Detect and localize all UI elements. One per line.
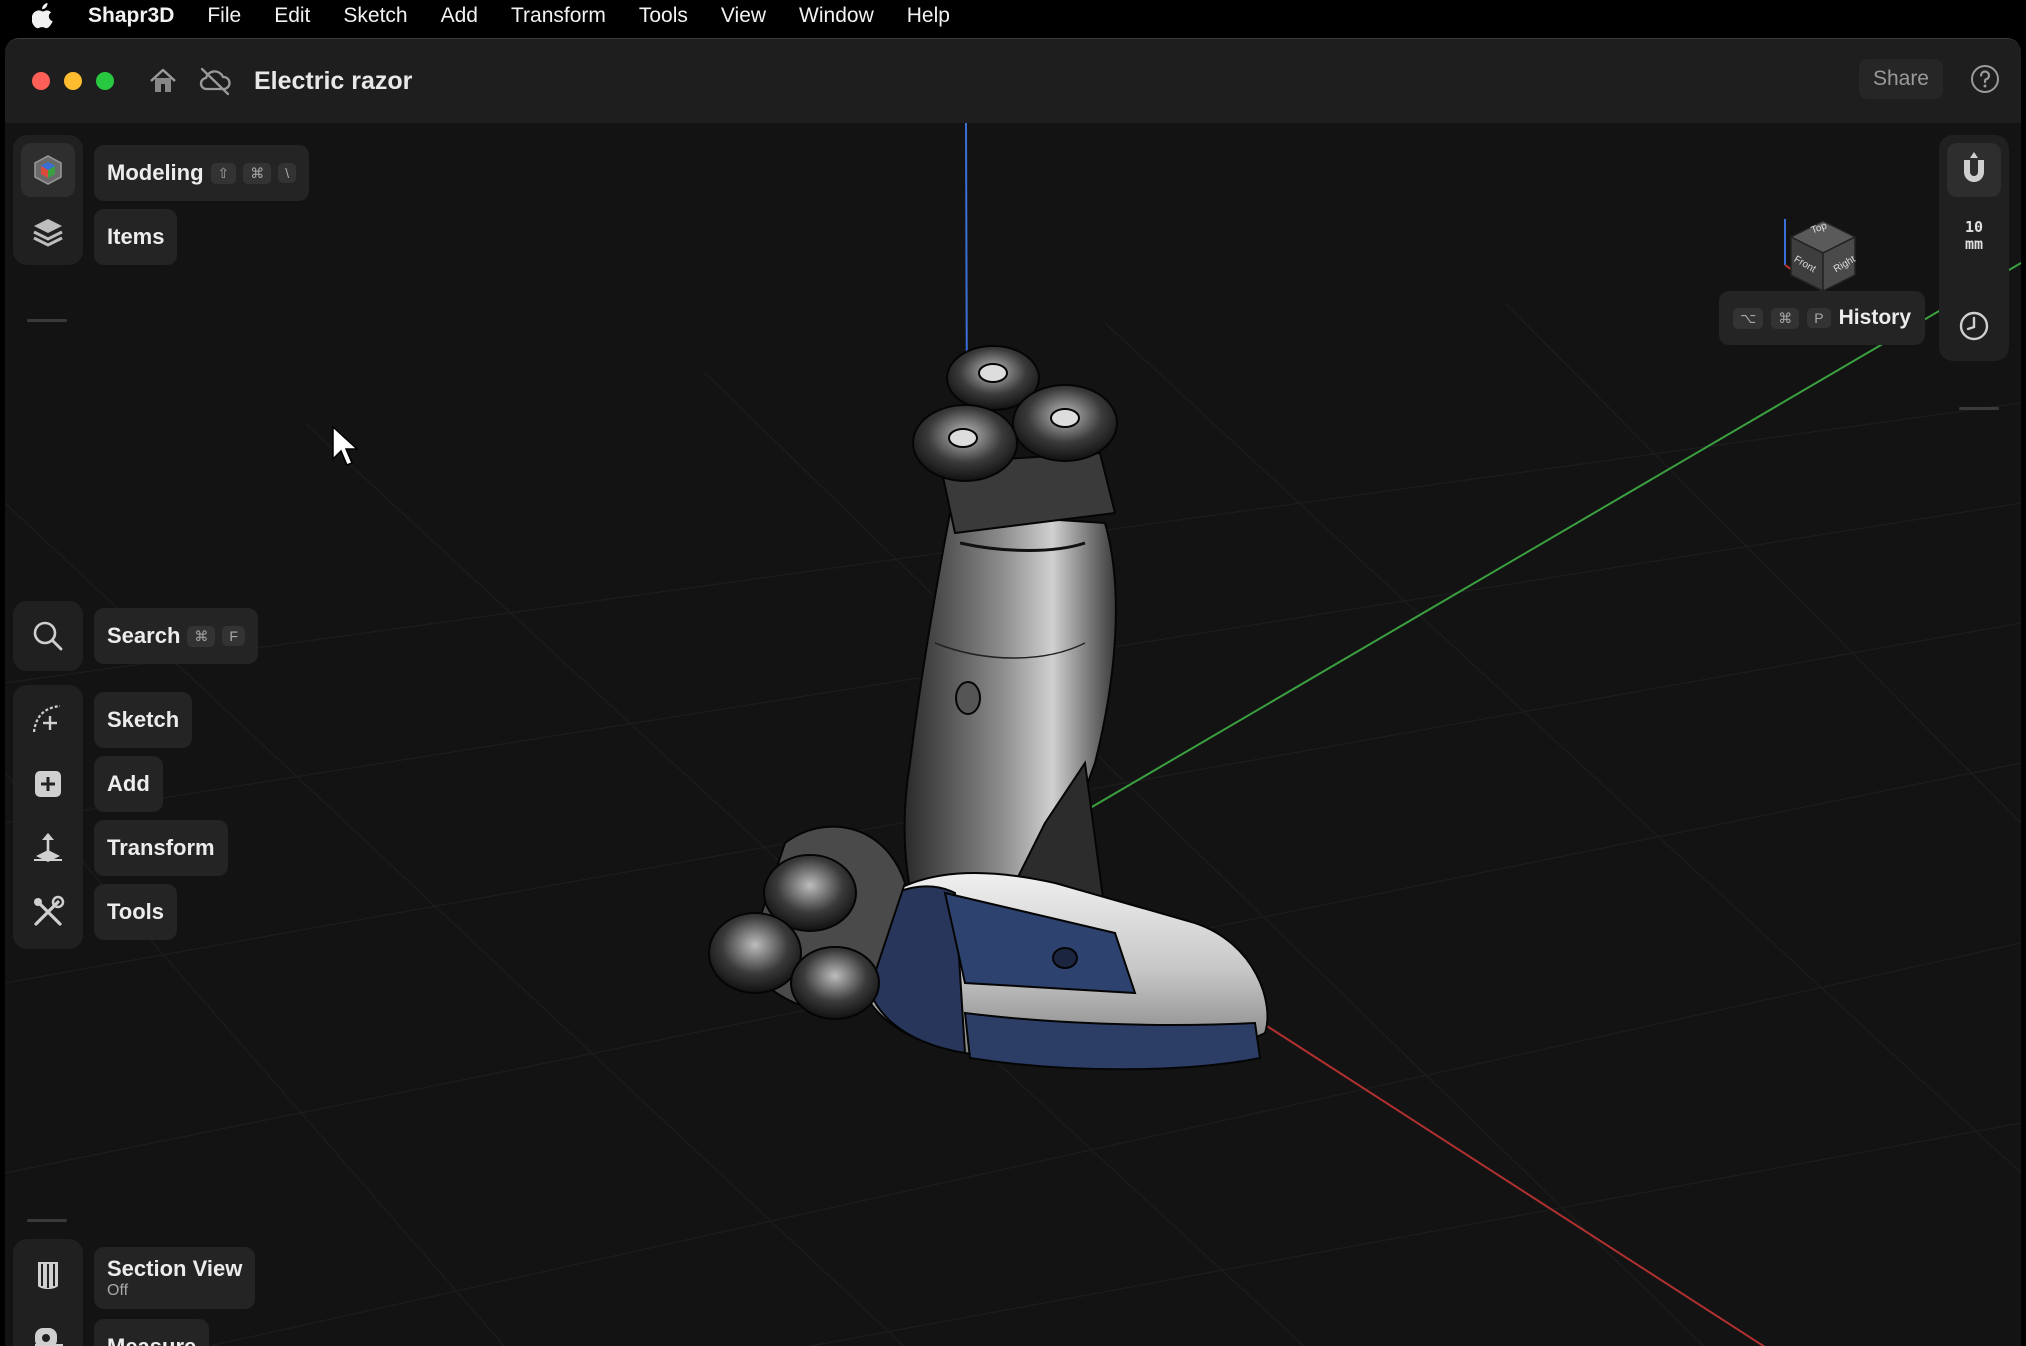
shortcut-backslash: \ <box>278 163 297 183</box>
shortcut-f: F <box>222 626 245 646</box>
workspace-panel <box>13 135 83 265</box>
shortcut-shift: ⇧ <box>210 162 237 184</box>
main-tools-panel <box>13 685 83 949</box>
document-title[interactable]: Electric razor <box>254 67 412 96</box>
transform-label[interactable]: Transform <box>94 820 228 876</box>
shortcut-option: ⌥ <box>1733 307 1764 329</box>
panel-divider <box>27 1219 67 1222</box>
menu-help[interactable]: Help <box>907 0 950 32</box>
title-bar: Electric razor Share <box>5 39 2021 123</box>
tools-wrench-icon <box>34 895 65 926</box>
menu-bar: Shapr3D File Edit Sketch Add Transform T… <box>0 0 2026 32</box>
section-view-label[interactable]: Section View Off <box>94 1247 256 1309</box>
section-view-icon <box>38 1262 58 1289</box>
modeling-cube-icon <box>34 155 62 185</box>
search-text: Search <box>107 623 181 648</box>
menu-transform[interactable]: Transform <box>511 0 606 32</box>
search-panel <box>13 601 83 671</box>
tools-button[interactable] <box>21 885 75 939</box>
add-plus-icon <box>35 771 61 797</box>
menu-sketch[interactable]: Sketch <box>343 0 407 32</box>
history-text: History <box>1838 306 1911 329</box>
snapping-button[interactable] <box>1947 143 2001 197</box>
history-label[interactable]: ⌥ ⌘ P History <box>1719 291 1925 345</box>
window-controls <box>32 72 128 90</box>
magnet-snap-icon <box>1964 152 1984 182</box>
menu-tools[interactable]: Tools <box>639 0 688 32</box>
shortcut-p: P <box>1807 308 1831 328</box>
modeling-label[interactable]: Modeling ⇧ ⌘ \ <box>94 145 310 201</box>
y-axis <box>1084 262 2021 812</box>
help-icon[interactable] <box>1969 63 2001 95</box>
search-label[interactable]: Search ⌘ F <box>94 608 258 664</box>
modeling-text: Modeling <box>107 160 204 185</box>
menu-window[interactable]: Window <box>799 0 874 32</box>
section-view-text: Section View <box>107 1256 243 1281</box>
minimize-window-button[interactable] <box>64 72 82 90</box>
apple-logo-icon[interactable] <box>30 3 56 29</box>
shortcut-cmd: ⌘ <box>1771 307 1800 329</box>
zoom-window-button[interactable] <box>96 72 114 90</box>
search-icon <box>33 621 63 651</box>
3d-viewport[interactable]: Top Front Right Modeling ⇧ ⌘ \ Items Sea… <box>5 123 2021 1346</box>
tools-label[interactable]: Tools <box>94 884 178 940</box>
app-window: Electric razor Share Top Front Right Mod… <box>5 38 2021 1346</box>
share-button[interactable]: Share <box>1858 59 1943 99</box>
menu-view[interactable]: View <box>721 0 766 32</box>
section-view-button[interactable] <box>21 1247 75 1301</box>
history-button[interactable] <box>1947 299 2001 353</box>
measure-button[interactable] <box>21 1311 75 1346</box>
panel-divider <box>1959 407 1999 410</box>
measure-label[interactable]: Measure <box>94 1319 210 1346</box>
search-button[interactable] <box>21 609 75 663</box>
home-icon[interactable] <box>146 64 180 98</box>
history-clock-icon <box>1959 311 1989 341</box>
panel-divider <box>27 319 67 322</box>
layers-icon <box>33 219 63 247</box>
snap-value-number: 10 <box>1964 218 1984 236</box>
sketch-button[interactable] <box>21 693 75 747</box>
add-button[interactable] <box>21 757 75 811</box>
cloud-off-icon[interactable] <box>198 64 232 98</box>
sketch-pen-icon <box>32 704 61 733</box>
inspect-panel <box>13 1239 83 1346</box>
sketch-label[interactable]: Sketch <box>94 692 193 748</box>
menu-edit[interactable]: Edit <box>274 0 310 32</box>
shortcut-cmd: ⌘ <box>187 625 216 647</box>
measure-tape-icon <box>35 1328 63 1346</box>
transform-move-icon <box>34 833 62 862</box>
add-label[interactable]: Add <box>94 756 163 812</box>
items-label[interactable]: Items <box>94 209 178 265</box>
menu-file[interactable]: File <box>207 0 241 32</box>
standing-razor <box>903 345 1118 945</box>
modeling-workspace-button[interactable] <box>21 143 75 197</box>
snap-value-unit: mm <box>1964 235 1984 253</box>
menu-add[interactable]: Add <box>441 0 478 32</box>
right-panel: 10 mm <box>1939 135 2009 361</box>
shortcut-cmd: ⌘ <box>243 162 272 184</box>
snap-increment[interactable]: 10 mm <box>1939 219 2009 253</box>
items-button[interactable] <box>21 205 75 259</box>
transform-button[interactable] <box>21 821 75 875</box>
section-view-status: Off <box>107 1282 129 1299</box>
close-window-button[interactable] <box>32 72 50 90</box>
menu-app-name[interactable]: Shapr3D <box>88 0 174 32</box>
mouse-pointer-icon <box>332 425 359 466</box>
